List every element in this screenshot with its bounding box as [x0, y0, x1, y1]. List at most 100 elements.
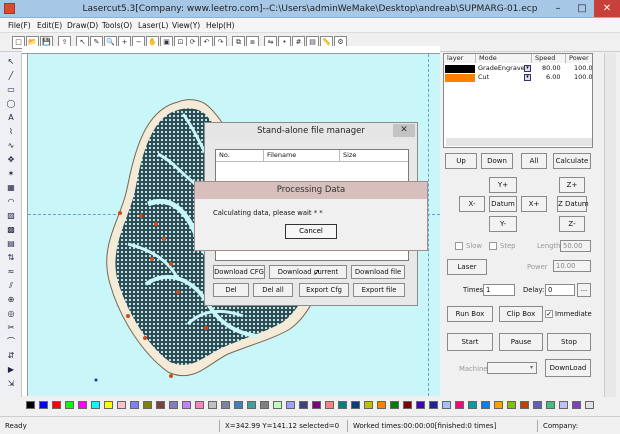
menu-help[interactable]: Help(H): [206, 18, 235, 33]
menu-tools[interactable]: Tools(O): [102, 18, 132, 33]
palette-swatch[interactable]: [143, 401, 152, 409]
pause-button[interactable]: Pause: [499, 333, 543, 351]
layer-row-1-mode[interactable]: GradeEngrave: [476, 64, 525, 73]
palette-swatch[interactable]: [78, 401, 87, 409]
start-button[interactable]: Start: [447, 333, 493, 351]
menu-draw[interactable]: Draw(D): [67, 18, 98, 33]
hatch-tool-icon[interactable]: ▤: [5, 239, 17, 249]
bezier-tool-icon[interactable]: ∿: [5, 141, 17, 151]
palette-swatch[interactable]: [325, 401, 334, 409]
palette-swatch[interactable]: [169, 401, 178, 409]
ellipse-tool-icon[interactable]: ◯: [5, 99, 17, 109]
palette-swatch[interactable]: [442, 401, 451, 409]
download-file-button[interactable]: Download file: [351, 265, 405, 279]
star-tool-icon[interactable]: ✶: [5, 169, 17, 179]
export-file-button[interactable]: Export file: [353, 283, 405, 297]
x-plus-button[interactable]: X+: [521, 196, 547, 212]
minimize-button[interactable]: –: [546, 0, 570, 17]
palette-swatch[interactable]: [234, 401, 243, 409]
layer-horizontal-scrollbar[interactable]: [446, 138, 592, 146]
menu-file[interactable]: File(F): [8, 18, 31, 33]
palette-swatch[interactable]: [65, 401, 74, 409]
calculate-button[interactable]: Calculate: [553, 153, 591, 169]
node-tool-icon[interactable]: ✥: [5, 155, 17, 165]
palette-swatch[interactable]: [195, 401, 204, 409]
del-button[interactable]: Del: [213, 283, 249, 297]
laser-button[interactable]: Laser: [447, 259, 487, 275]
immediate-checkbox[interactable]: ✓: [545, 310, 553, 318]
clip-box-button[interactable]: Clip Box: [499, 306, 543, 322]
machine-dropdown-icon[interactable]: ▾: [527, 363, 536, 373]
z-minus-button[interactable]: Z-: [559, 216, 585, 232]
datum-button[interactable]: Datum: [489, 196, 517, 212]
path-tool-icon[interactable]: ⌒: [5, 337, 17, 347]
export-cfg-button[interactable]: Export Cfg: [299, 283, 349, 297]
stop-button[interactable]: Stop: [547, 333, 591, 351]
download-current-button[interactable]: Download current: [269, 265, 347, 279]
palette-swatch[interactable]: [520, 401, 529, 409]
power-input[interactable]: 10.00: [553, 260, 591, 272]
up-button[interactable]: Up: [445, 153, 477, 169]
grid-tool-icon[interactable]: ▦: [5, 183, 17, 193]
palette-swatch[interactable]: [208, 401, 217, 409]
palette-swatch[interactable]: [286, 401, 295, 409]
join-tool-icon[interactable]: ⊕: [5, 295, 17, 305]
offset-tool-icon[interactable]: ◎: [5, 309, 17, 319]
vertical-scrollbar[interactable]: [604, 53, 616, 397]
palette-swatch[interactable]: [117, 401, 126, 409]
palette-swatch[interactable]: [351, 401, 360, 409]
column-no[interactable]: No.: [216, 150, 264, 161]
close-button[interactable]: ✕: [594, 0, 620, 17]
layer-row-2-speed[interactable]: 6.00: [544, 73, 560, 82]
wave-tool-icon[interactable]: ≈: [5, 267, 17, 277]
layer-row-2-power[interactable]: 100.00: [572, 73, 592, 82]
palette-swatch[interactable]: [403, 401, 412, 409]
rectangle-tool-icon[interactable]: ▭: [5, 85, 17, 95]
layer-row-1-power[interactable]: 100.00: [572, 64, 592, 73]
layer-row-2-color[interactable]: [445, 74, 475, 82]
slow-checkbox[interactable]: [455, 242, 463, 250]
palette-swatch[interactable]: [494, 401, 503, 409]
output-tool-icon[interactable]: ⇲: [5, 379, 17, 389]
cut-tool-icon[interactable]: ✂: [5, 323, 17, 333]
maximize-button[interactable]: □: [570, 0, 594, 17]
y-minus-button[interactable]: Y-: [489, 216, 517, 232]
simulate-tool-icon[interactable]: ▶: [5, 365, 17, 375]
palette-swatch[interactable]: [507, 401, 516, 409]
palette-swatch[interactable]: [468, 401, 477, 409]
run-box-button[interactable]: Run Box: [447, 306, 493, 322]
palette-swatch[interactable]: [364, 401, 373, 409]
pointer-tool-icon[interactable]: ↖: [5, 57, 17, 67]
split-tool-icon[interactable]: ⫽: [5, 281, 17, 291]
del-all-button[interactable]: Del all: [253, 283, 293, 297]
palette-swatch[interactable]: [559, 401, 568, 409]
cancel-button[interactable]: Cancel: [285, 224, 337, 239]
download-button[interactable]: DownLoad: [545, 359, 591, 377]
palette-swatch[interactable]: [546, 401, 555, 409]
palette-swatch[interactable]: [481, 401, 490, 409]
layer-row-2-mode[interactable]: Cut: [476, 73, 489, 82]
z-plus-button[interactable]: Z+: [559, 177, 585, 193]
palette-swatch[interactable]: [130, 401, 139, 409]
palette-swatch[interactable]: [572, 401, 581, 409]
menu-view[interactable]: View(Y): [172, 18, 200, 33]
sort-tool-icon[interactable]: ⇅: [5, 253, 17, 263]
palette-swatch[interactable]: [377, 401, 386, 409]
z-datum-button[interactable]: Z Datum: [557, 196, 589, 212]
palette-swatch[interactable]: [156, 401, 165, 409]
palette-swatch[interactable]: [52, 401, 61, 409]
order-tool-icon[interactable]: ⇵: [5, 351, 17, 361]
delay-browse-button[interactable]: ...: [577, 283, 591, 297]
delay-input[interactable]: 0: [545, 284, 575, 296]
palette-swatch[interactable]: [91, 401, 100, 409]
palette-swatch[interactable]: [585, 401, 594, 409]
palette-swatch[interactable]: [338, 401, 347, 409]
layer-table[interactable]: layer Mode Speed Power GradeEngrave ▾ 80…: [443, 53, 593, 148]
arc-tool-icon[interactable]: ◠: [5, 197, 17, 207]
times-input[interactable]: 1: [483, 284, 515, 296]
column-size[interactable]: Size: [340, 150, 410, 161]
file-manager-close-button[interactable]: ✕: [393, 124, 415, 137]
palette-swatch[interactable]: [247, 401, 256, 409]
menu-edit[interactable]: Edit(E): [37, 18, 62, 33]
menu-laser[interactable]: Laser(L): [138, 18, 168, 33]
